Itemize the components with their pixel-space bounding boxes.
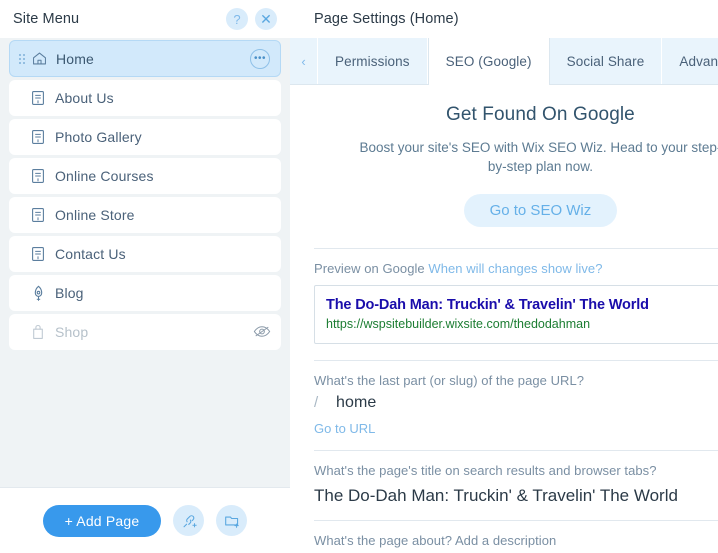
home-icon [28,48,50,70]
tab-label: Social Share [566,53,645,69]
settings-tabs: ‹ Permissions SEO (Google) Social Share … [290,38,718,85]
sidebar-item-label: About Us [55,90,114,106]
tab-advanced-seo[interactable]: Advanced SEO [662,38,718,84]
preview-label-text: Preview on Google [314,261,425,276]
add-folder-button[interactable] [216,505,248,536]
go-to-seo-wiz-button[interactable]: Go to SEO Wiz [463,194,618,227]
sidebar-title: Site Menu [13,11,80,27]
question-mark-icon: ? [233,11,241,27]
page-settings-window: Site Menu ? ✕ Home ••• About Us Photo Ga… [0,0,718,553]
preview-on-google-label: Preview on Google When will changes show… [314,249,718,276]
sidebar-item-label: Online Courses [55,168,154,184]
promo-subtitle: Boost your site's SEO with Wix SEO Wiz. … [359,140,718,174]
add-link-button[interactable] [173,505,205,536]
sidebar-help-button[interactable]: ? [226,8,248,30]
sidebar-item-photo-gallery[interactable]: Photo Gallery [9,119,281,155]
hidden-page-eye-icon[interactable] [253,325,271,339]
seo-settings-body: Get Found On Google Boost your site's SE… [290,85,718,553]
sidebar-item-shop[interactable]: Shop [9,314,281,350]
sidebar-item-label: Shop [55,324,89,340]
page-icon [27,87,49,109]
sidebar-item-blog[interactable]: Blog [9,275,281,311]
sidebar-item-contact-us[interactable]: Contact Us [9,236,281,272]
description-field-label: What's the page about? Add a description [314,533,557,548]
add-page-button[interactable]: + Add Page [42,504,162,537]
add-link-icon [183,514,197,527]
google-result-url: https://wspsitebuilder.wixsite.com/thedo… [326,317,591,331]
tabs-scroll-left-button[interactable]: ‹ [290,38,318,84]
slug-input[interactable]: home [336,394,376,412]
sidebar-item-label: Blog [55,285,84,301]
when-will-changes-show-live-link[interactable]: When will changes show live? [428,261,602,276]
page-title-field-label: What's the page's title on search result… [314,463,657,478]
ellipsis-icon: ••• [253,53,266,64]
close-icon: ✕ [260,11,272,27]
sidebar-item-online-courses[interactable]: Online Courses [9,158,281,194]
panel-title: Page Settings (Home) [314,11,459,27]
panel-header: Page Settings (Home) ? ‹ [290,0,718,38]
seo-wiz-promo: Get Found On Google Boost your site's SE… [314,85,718,227]
sidebar-item-label: Photo Gallery [55,129,142,145]
page-settings-panel: Page Settings (Home) ? ‹ ‹ Permissions S… [290,0,718,553]
promo-heading: Get Found On Google [446,104,635,125]
sidebar-item-label: Contact Us [55,246,126,262]
page-icon [27,165,49,187]
sidebar-item-online-store[interactable]: Online Store [9,197,281,233]
tab-permissions[interactable]: Permissions [318,38,428,84]
google-result-title: The Do-Dah Man: Truckin' & Travelin' The… [326,297,649,313]
google-result-preview: The Do-Dah Man: Truckin' & Travelin' The… [314,285,718,344]
sidebar-item-about-us[interactable]: About Us [9,80,281,116]
chevron-left-icon: ‹ [301,53,306,69]
tab-seo-google[interactable]: SEO (Google) [427,38,550,85]
home-more-options-button[interactable]: ••• [250,48,270,69]
sidebar-close-button[interactable]: ✕ [255,8,277,30]
slug-field-label: What's the last part (or slug) of the pa… [314,373,585,388]
slug-prefix: / [314,394,319,411]
site-menu-sidebar: Site Menu ? ✕ Home ••• About Us Photo Ga… [0,0,290,553]
page-icon [27,243,49,265]
page-icon [27,126,49,148]
tab-label: Permissions [335,53,410,69]
sidebar-item-label: Home [56,50,94,67]
sidebar-footer: + Add Page [0,487,290,553]
sidebar-item-home[interactable]: Home ••• [9,40,281,77]
site-pages-list: Home ••• About Us Photo Gallery Online C… [0,38,290,487]
pen-nib-icon [27,282,49,304]
shopping-bag-icon [27,321,49,343]
drag-handle-icon[interactable] [18,53,26,64]
tab-social-share[interactable]: Social Share [549,38,663,84]
page-icon [27,204,49,226]
go-to-url-link[interactable]: Go to URL [314,421,375,436]
page-title-input[interactable]: The Do-Dah Man: Truckin' & Travelin' The… [314,486,718,506]
tab-label: Advanced SEO [679,53,718,69]
add-folder-icon [225,516,239,528]
slug-input-row[interactable]: / home [314,394,718,412]
sidebar-item-label: Online Store [55,207,135,223]
sidebar-header: Site Menu ? ✕ [0,0,290,38]
tab-label: SEO (Google) [445,53,532,69]
